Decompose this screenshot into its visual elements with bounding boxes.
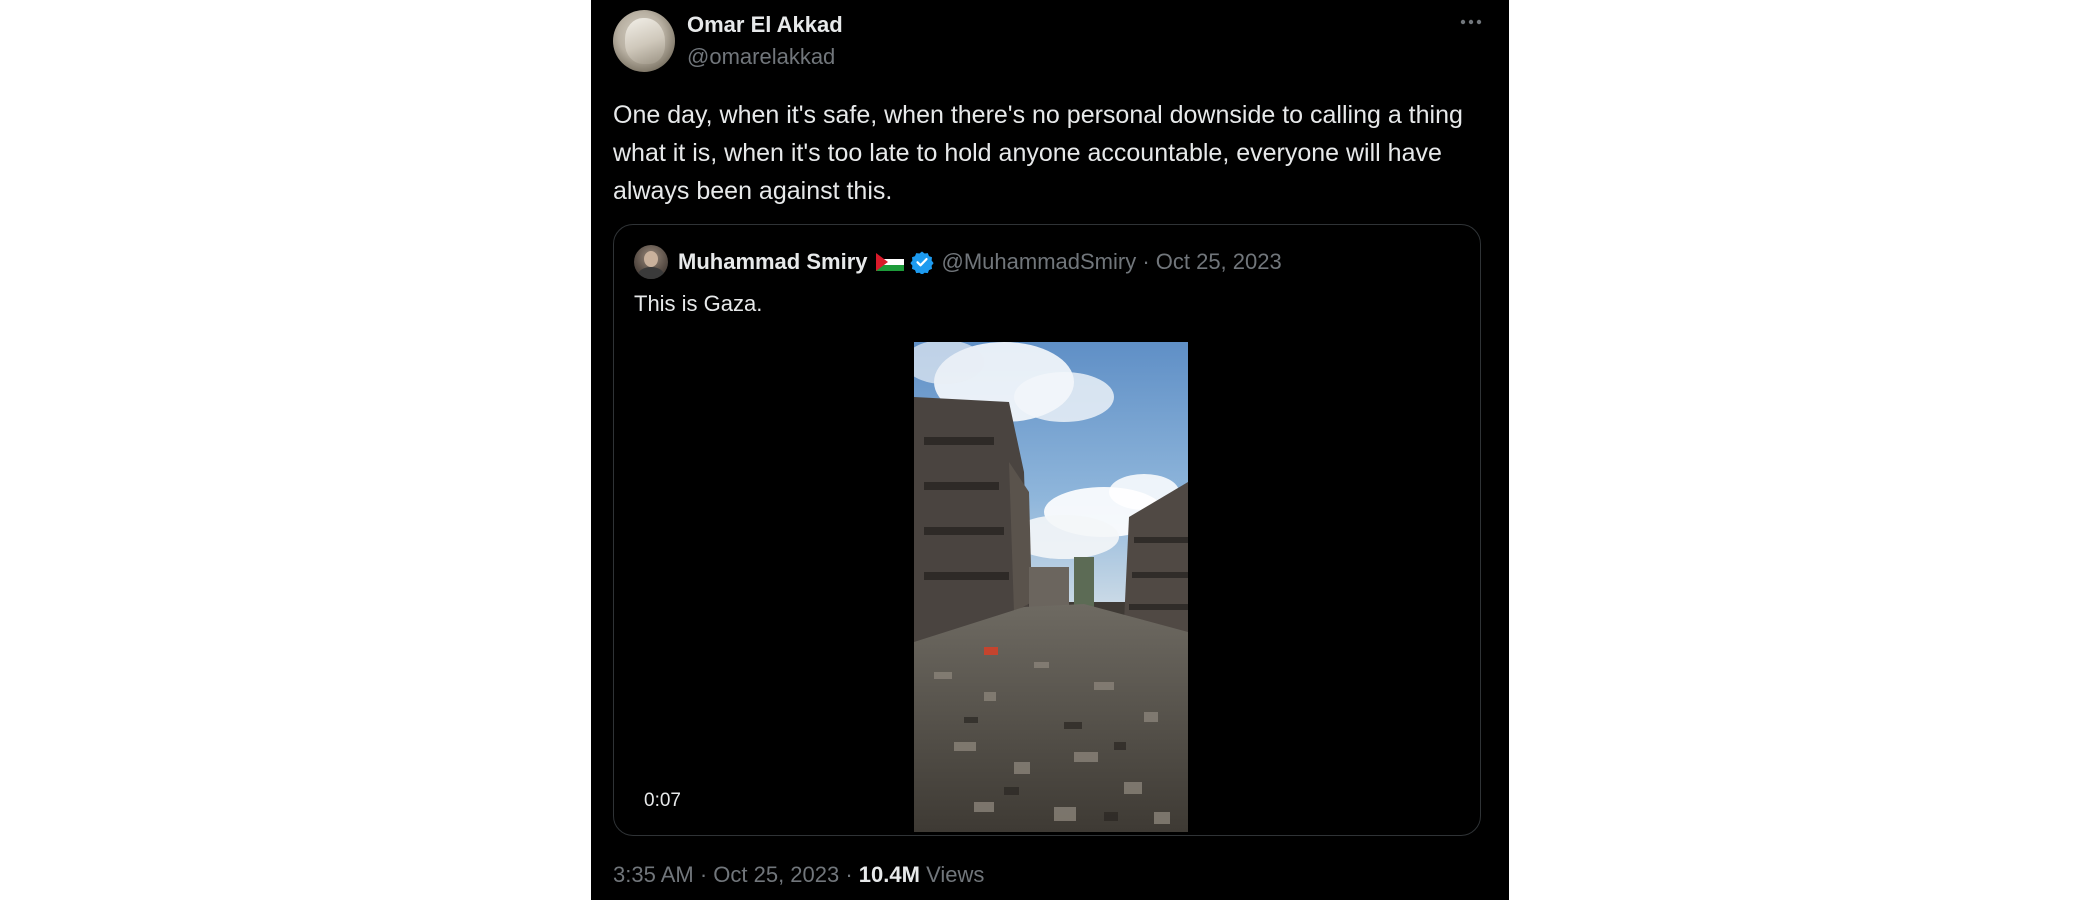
palestine-flag-icon — [875, 253, 904, 271]
verified-badge-icon — [909, 250, 934, 275]
avatar-image — [625, 18, 665, 64]
quoted-author-name[interactable]: Muhammad Smiry — [678, 249, 868, 275]
quoted-handle-and-date[interactable]: @MuhammadSmiry · Oct 25, 2023 — [942, 249, 1282, 275]
author-name[interactable]: Omar El Akkad — [687, 12, 843, 38]
quoted-author-avatar[interactable] — [634, 245, 668, 279]
more-horizontal-icon[interactable] — [1457, 12, 1485, 32]
views-count: 10.4M — [858, 862, 920, 887]
video-thumbnail[interactable] — [914, 342, 1188, 832]
tweet-footer: 3:35 AM · Oct 25, 2023 · 10.4M Views — [613, 862, 984, 888]
tweet-card[interactable]: Omar El Akkad @omarelakkad One day, when… — [591, 0, 1509, 900]
author-handle[interactable]: @omarelakkad — [687, 44, 835, 70]
video-duration: 0:07 — [644, 790, 681, 811]
views-label: Views — [919, 862, 985, 887]
avatar-image — [638, 267, 664, 279]
avatar-face — [644, 251, 658, 267]
tweet-timestamp[interactable]: 3:35 AM · Oct 25, 2023 · — [613, 862, 859, 887]
quoted-tweet[interactable]: Muhammad Smiry @MuhammadSmiry · Oct 25, … — [613, 224, 1481, 836]
tweet-text: One day, when it's safe, when there's no… — [613, 101, 1463, 205]
quoted-tweet-text: This is Gaza. — [634, 291, 763, 316]
quoted-tweet-header: Muhammad Smiry @MuhammadSmiry · Oct 25, … — [678, 247, 1282, 277]
author-avatar[interactable] — [613, 10, 675, 72]
